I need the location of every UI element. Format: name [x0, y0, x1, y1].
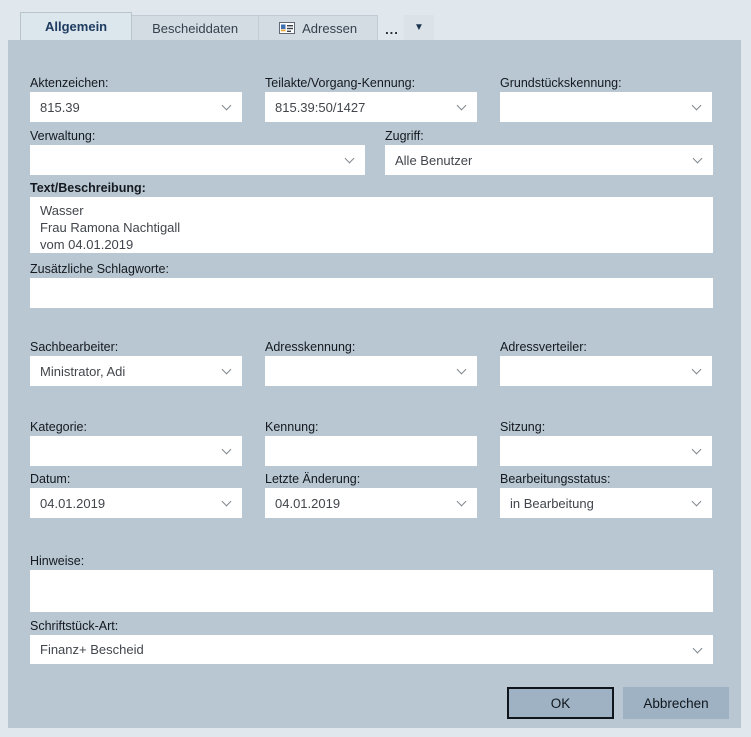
triangle-down-icon: ▼: [414, 23, 424, 33]
grundstueckskennung-label: Grundstückskennung:: [500, 76, 712, 90]
bearbeitungsstatus-value: in Bearbeitung: [510, 496, 594, 511]
zugriff-label: Zugriff:: [385, 129, 713, 143]
aktenzeichen-value: 815.39: [40, 100, 80, 115]
letzte-aenderung-combobox[interactable]: 04.01.2019: [265, 488, 477, 518]
tab-overflow-ellipsis: ...: [385, 22, 399, 40]
chevron-down-icon: [692, 365, 702, 375]
address-card-icon: [279, 22, 295, 34]
schriftstueck-art-label: Schriftstück-Art:: [30, 619, 713, 633]
form-panel: Aktenzeichen: 815.39 Teilakte/Vorgang-Ke…: [8, 40, 741, 728]
chevron-down-icon: [222, 365, 232, 375]
chevron-down-icon: [693, 154, 703, 164]
letzte-aenderung-label: Letzte Änderung:: [265, 472, 477, 486]
document-properties-dialog: Allgemein Bescheiddaten Adressen ... ▼: [0, 0, 751, 737]
chevron-down-icon: [222, 445, 232, 455]
aktenzeichen-combobox[interactable]: 815.39: [30, 92, 242, 122]
bearbeitungsstatus-combobox[interactable]: in Bearbeitung: [500, 488, 712, 518]
chevron-down-icon: [692, 101, 702, 111]
schlagworte-label: Zusätzliche Schlagworte:: [30, 262, 713, 276]
chevron-down-icon: [222, 497, 232, 507]
verwaltung-combobox[interactable]: [30, 145, 365, 175]
chevron-down-icon: [692, 497, 702, 507]
kennung-label: Kennung:: [265, 420, 477, 434]
zugriff-combobox[interactable]: Alle Benutzer: [385, 145, 713, 175]
chevron-down-icon: [457, 365, 467, 375]
kategorie-combobox[interactable]: [30, 436, 242, 466]
chevron-down-icon: [693, 644, 703, 654]
chevron-down-icon: [692, 445, 702, 455]
datum-label: Datum:: [30, 472, 242, 486]
hinweise-textarea[interactable]: [30, 570, 713, 612]
tab-bescheiddaten-label: Bescheiddaten: [152, 21, 238, 36]
adresskennung-combobox[interactable]: [265, 356, 477, 386]
schlagworte-input[interactable]: [30, 278, 713, 308]
kategorie-label: Kategorie:: [30, 420, 242, 434]
tab-adressen-label: Adressen: [302, 21, 357, 36]
tab-list-dropdown-button[interactable]: ▼: [404, 15, 434, 40]
sachbearbeiter-value: Ministrator, Adi: [40, 364, 125, 379]
bearbeitungsstatus-label: Bearbeitungsstatus:: [500, 472, 712, 486]
chevron-down-icon: [457, 497, 467, 507]
cancel-button[interactable]: Abbrechen: [623, 687, 729, 719]
chevron-down-icon: [345, 154, 355, 164]
sitzung-label: Sitzung:: [500, 420, 712, 434]
tab-allgemein-label: Allgemein: [45, 19, 107, 34]
datum-combobox[interactable]: 04.01.2019: [30, 488, 242, 518]
letzte-aenderung-value: 04.01.2019: [275, 496, 340, 511]
tab-bar: Allgemein Bescheiddaten Adressen ... ▼: [20, 12, 434, 40]
chevron-down-icon: [222, 101, 232, 111]
ok-button[interactable]: OK: [507, 687, 614, 719]
adresskennung-label: Adresskennung:: [265, 340, 477, 354]
verwaltung-label: Verwaltung:: [30, 129, 365, 143]
datum-value: 04.01.2019: [40, 496, 105, 511]
chevron-down-icon: [457, 101, 467, 111]
sachbearbeiter-combobox[interactable]: Ministrator, Adi: [30, 356, 242, 386]
beschreibung-label: Text/Beschreibung:: [30, 181, 713, 195]
tab-adressen[interactable]: Adressen: [259, 15, 378, 40]
adressverteiler-combobox[interactable]: [500, 356, 712, 386]
beschreibung-textarea[interactable]: Wasser Frau Ramona Nachtigall vom 04.01.…: [30, 197, 713, 253]
grundstueckskennung-combobox[interactable]: [500, 92, 712, 122]
sachbearbeiter-label: Sachbearbeiter:: [30, 340, 242, 354]
schriftstueck-art-combobox[interactable]: Finanz+ Bescheid: [30, 635, 713, 664]
teilakte-label: Teilakte/Vorgang-Kennung:: [265, 76, 477, 90]
kennung-input[interactable]: [265, 436, 477, 466]
adressverteiler-label: Adressverteiler:: [500, 340, 712, 354]
tab-allgemein[interactable]: Allgemein: [20, 12, 132, 40]
teilakte-value: 815.39:50/1427: [275, 100, 365, 115]
aktenzeichen-label: Aktenzeichen:: [30, 76, 242, 90]
sitzung-combobox[interactable]: [500, 436, 712, 466]
tab-bescheiddaten[interactable]: Bescheiddaten: [132, 15, 259, 40]
teilakte-combobox[interactable]: 815.39:50/1427: [265, 92, 477, 122]
hinweise-label: Hinweise:: [30, 554, 713, 568]
schriftstueck-art-value: Finanz+ Bescheid: [40, 642, 144, 657]
zugriff-value: Alle Benutzer: [395, 153, 472, 168]
